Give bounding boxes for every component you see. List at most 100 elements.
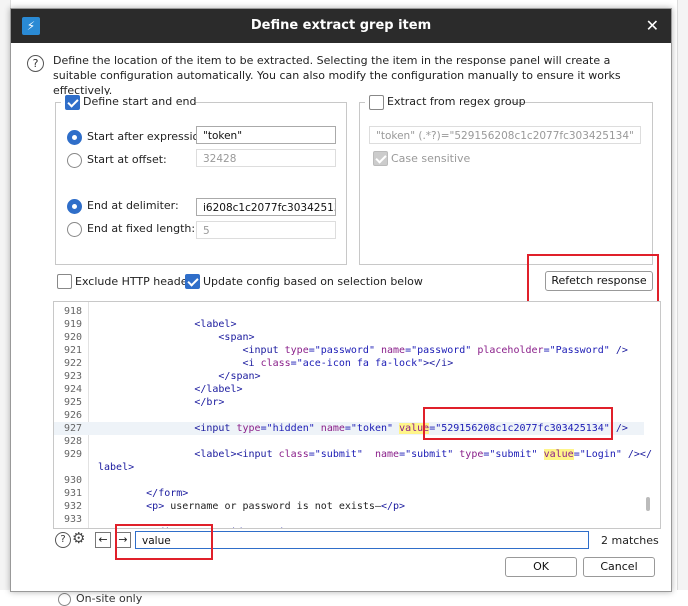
onsite-only-label: On-site only [76,592,143,605]
code-token: <label><input [98,449,279,460]
end-fixed-radio[interactable] [67,222,82,237]
update-config-label: Update config based on selection below [203,275,423,288]
code-token: ></i> [423,358,454,369]
code-token: /> [615,345,628,356]
cancel-button[interactable]: Cancel [583,557,655,577]
line-number: 922 [63,358,82,369]
code-token: </br> [98,397,225,408]
code-token: <input [98,423,237,434]
line-code: </form> [98,487,188,500]
end-delimiter-input[interactable]: i6208c1c2077fc303425134" [196,198,336,216]
end-delimiter-radio[interactable] [67,199,82,214]
code-line: 919 <label> [54,318,644,331]
code-token: ="submit" [399,449,460,460]
line-number: 929 [63,449,82,460]
code-token: username or password is not exists— [164,501,381,512]
code-token: <input [98,345,285,356]
match-count: 2 matches [601,534,659,547]
code-line: 922 <i class="ace-icon fa fa-lock"></i> [54,357,644,370]
token-value-highlight-box [423,407,613,440]
code-token: placeholder [477,345,544,356]
code-token: ="submit" [308,449,375,460]
help-icon[interactable]: ? [27,55,44,72]
code-token: class [278,449,309,460]
case-sensitive-label: Case sensitive [391,152,471,165]
start-after-radio[interactable] [67,130,82,145]
code-token: ="submit" [483,449,544,460]
onsite-only-radio[interactable] [58,593,71,606]
line-number: 920 [63,332,82,343]
code-token: name [380,345,406,356]
start-after-label: Start after expression: [87,130,210,143]
line-number: 928 [63,436,82,447]
exclude-headers-label: Exclude HTTP headers [75,275,198,288]
line-number: 930 [63,475,82,486]
extract-grep-dialog: ⚡ Define extract grep item ✕ ? Define th… [10,8,672,592]
code-token: <span> [98,332,255,343]
dialog-description: Define the location of the item to be ex… [53,54,621,97]
line-number: 931 [63,488,82,499]
line-number: 924 [63,384,82,395]
code-token: ="password" [308,345,381,356]
regex-group-checkbox[interactable] [369,95,384,110]
code-token: </span> [98,371,261,382]
dialog-title: Define extract grep item [250,18,432,33]
code-token: ="Password" [543,345,616,356]
regex-legend: Extract from regex group [365,95,526,110]
vertical-scrollbar[interactable] [646,497,650,511]
code-line: label> [54,461,644,474]
code-line: 932 <p> username or password is not exis… [54,500,644,513]
define-start-end-label: Define start and end [83,95,197,108]
line-code: </span> [98,370,261,383]
line-code: <span> [98,331,255,344]
ok-button[interactable]: OK [505,557,577,577]
code-token: /></ [627,449,652,460]
previous-match-icon[interactable]: ← [95,532,111,548]
line-code: <p> username or password is not exists—<… [98,500,405,513]
start-offset-label: Start at offset: [87,153,167,166]
line-number: 925 [63,397,82,408]
line-code: <input type="password" name="password" p… [98,344,628,357]
start-offset-radio[interactable] [67,153,82,168]
end-fixed-label: End at fixed length: [87,222,196,235]
code-token: <i [98,358,261,369]
code-token: ="hidden" [260,423,321,434]
background-bottom-strip: On-site only [0,590,688,606]
exclude-headers-checkbox[interactable] [57,274,72,289]
start-after-input[interactable]: "token" [196,126,336,144]
search-settings-icon[interactable]: ⚙ [72,530,85,546]
line-number: 921 [63,345,82,356]
end-fixed-input[interactable]: 5 [196,221,336,239]
close-icon[interactable]: ✕ [646,16,659,35]
end-delimiter-label: End at delimiter: [87,199,179,212]
code-token: ="password" [405,345,478,356]
line-number: 932 [63,501,82,512]
code-token: </p> [380,501,406,512]
code-line: 921 <input type="password" name="passwor… [54,344,644,357]
line-number: 926 [63,410,82,421]
regex-group-label: Extract from regex group [387,95,526,108]
code-token: ="token" [344,423,400,434]
title-bar: ⚡ Define extract grep item ✕ [11,9,671,43]
code-line: 931 </form> [54,487,644,500]
code-token: type [284,345,309,356]
refetch-highlight-box [527,254,659,306]
regex-input[interactable]: "token" (.*?)="529156208c1c2077fc3034251… [369,126,641,144]
start-offset-input[interactable]: 32428 [196,149,336,167]
line-code: <label> [98,318,236,331]
code-line: 923 </span> [54,370,644,383]
code-token: type [459,449,484,460]
search-help-icon[interactable]: ? [55,532,71,548]
code-token: class [260,358,291,369]
code-token: name [320,423,345,434]
code-line: 929 <label><input class="submit" name="s… [54,448,652,461]
define-start-end-checkbox[interactable] [65,95,80,110]
code-token: value [543,449,574,460]
code-token: ="Login" [573,449,628,460]
case-sensitive-checkbox[interactable] [373,151,388,166]
code-token: <p> [98,501,165,512]
code-line: 920 <span> [54,331,644,344]
update-config-checkbox[interactable] [185,274,200,289]
code-token: </form> [98,488,189,499]
search-highlight-box [115,524,213,560]
